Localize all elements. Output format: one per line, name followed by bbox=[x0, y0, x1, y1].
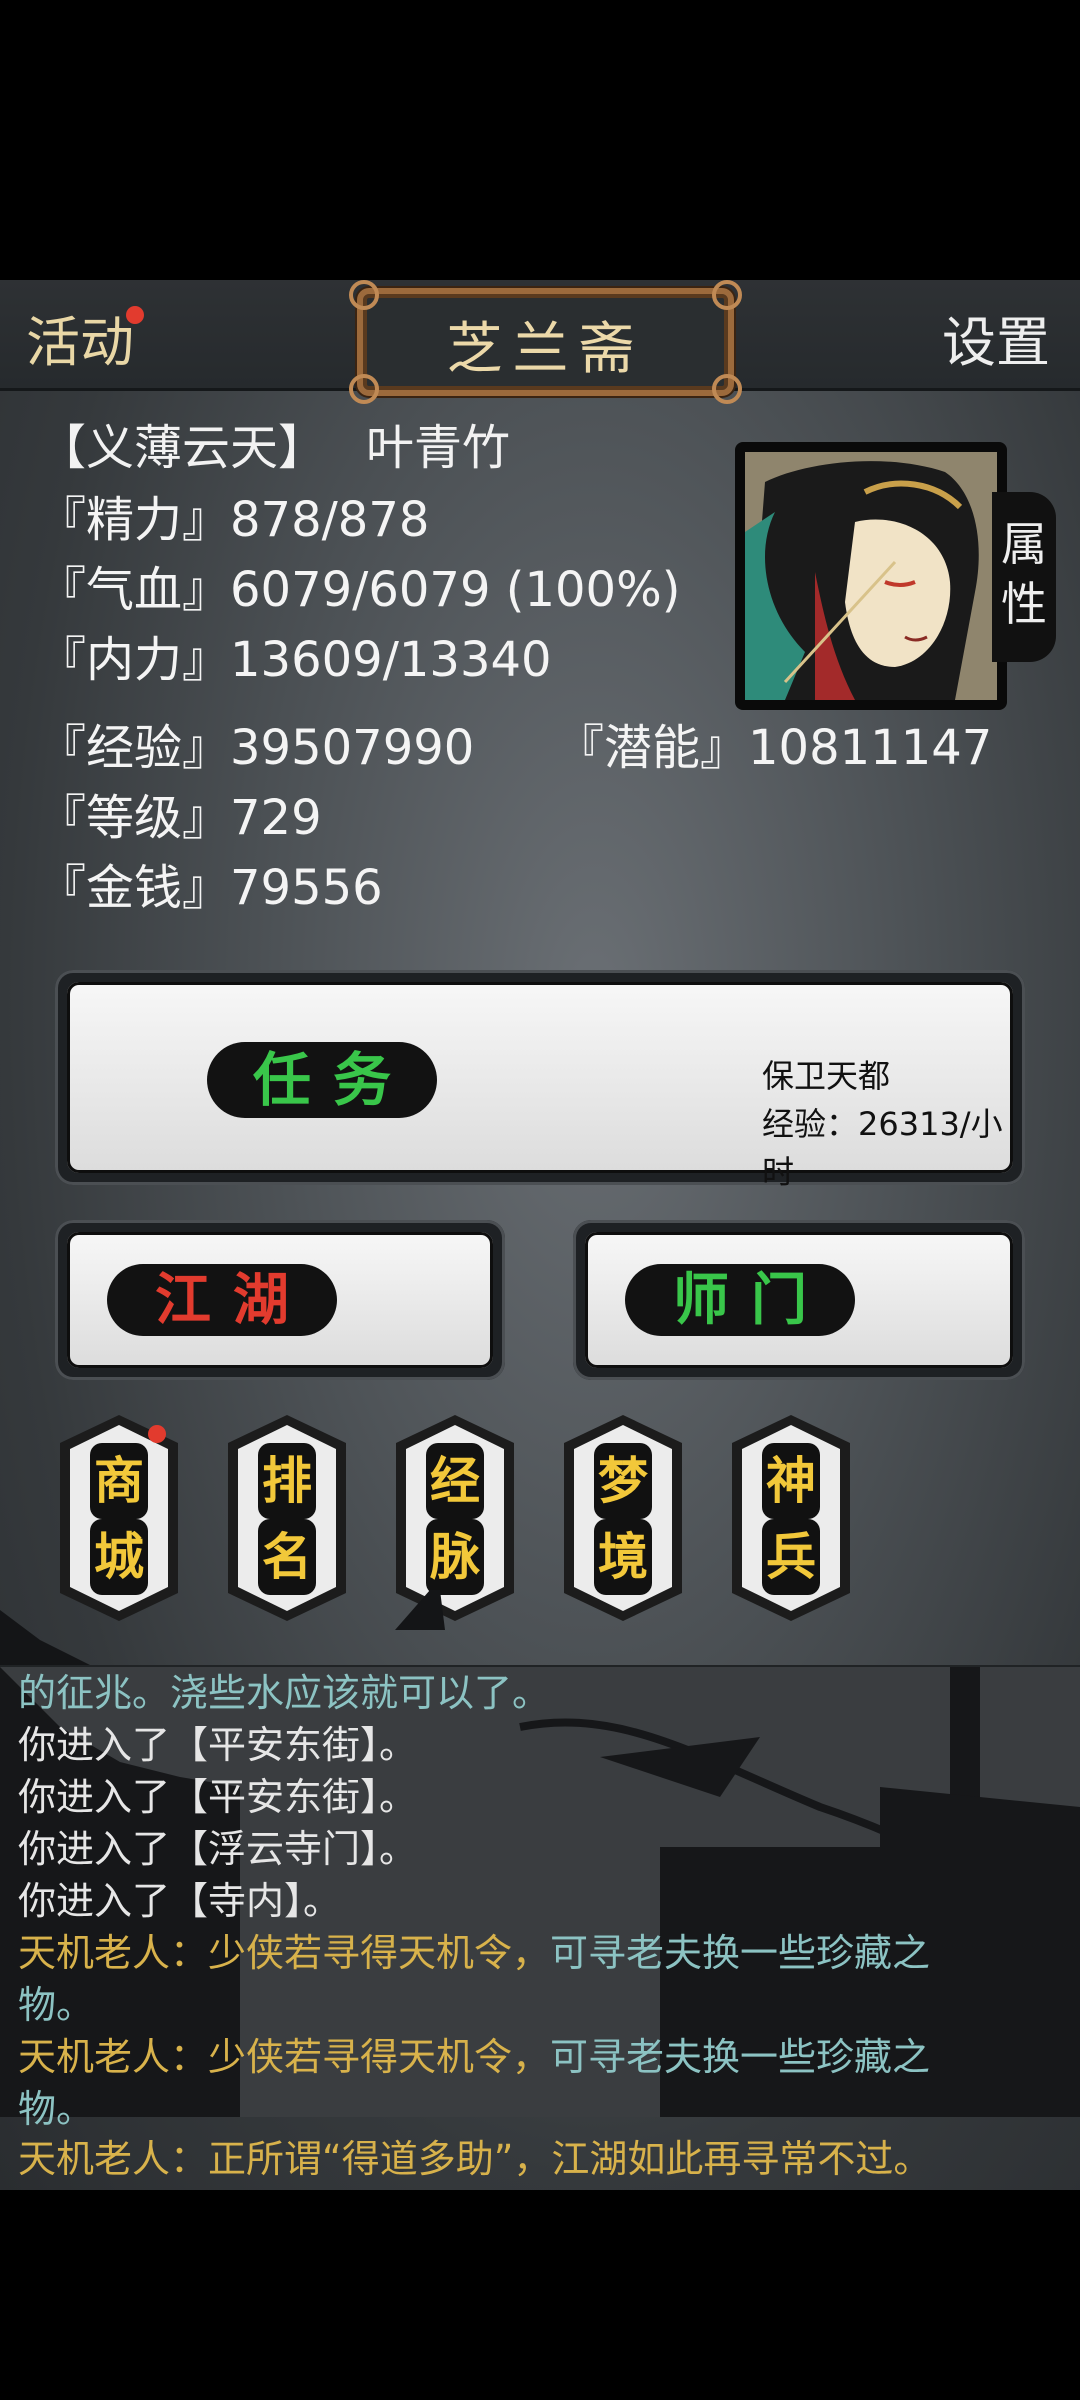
log-text: 可寻老夫换一些珍藏之 bbox=[550, 1931, 931, 1975]
jianghu-panel-inner: 江湖 bbox=[67, 1232, 493, 1368]
stat-potential: 『潜能』10811147 bbox=[556, 720, 993, 776]
log-line: 你进入了【平安东街】。 bbox=[18, 1723, 418, 1767]
log-speaker: 天机老人： bbox=[18, 2035, 209, 2079]
log-speaker: 天机老人： bbox=[18, 2137, 209, 2181]
jianghu-button[interactable]: 江湖 bbox=[107, 1264, 337, 1336]
location-plaque: 芝兰斋 bbox=[349, 280, 742, 404]
shimen-panel[interactable]: 师门 bbox=[573, 1220, 1025, 1380]
log-line: 的征兆。浇些水应该就可以了。 bbox=[18, 1671, 551, 1715]
jianghu-button-label: 江湖 bbox=[155, 1267, 311, 1333]
log-text: 少侠若寻得天机令， bbox=[208, 2035, 551, 2079]
log-line: 物。 bbox=[18, 2087, 95, 2131]
shimen-button[interactable]: 师门 bbox=[625, 1264, 855, 1336]
settings-button[interactable]: 设置 bbox=[942, 298, 1050, 377]
log-speaker: 天机老人： bbox=[18, 1931, 209, 1975]
game-screen: 活动 芝兰斋 设置 【义薄云天】 叶青竹 『精力』878/878 『气血』6079… bbox=[0, 280, 1080, 2190]
message-log[interactable]: 的征兆。浇些水应该就可以了。 你进入了【平安东街】。 你进入了【平安东街】。 你… bbox=[0, 1665, 1080, 2131]
log-line: 天机老人：少侠若寻得天机令，可寻老夫换一些珍藏之 bbox=[18, 1927, 930, 1979]
quest-panel[interactable]: 任务 保卫天都 经验：26313/小时 bbox=[55, 970, 1025, 1191]
character-portrait[interactable] bbox=[735, 442, 1007, 710]
notification-dot bbox=[148, 1425, 166, 1443]
quest-info: 保卫天都 经验：26313/小时 bbox=[762, 1052, 1013, 1196]
player-name-line: 【义薄云天】 叶青竹 bbox=[38, 408, 510, 478]
location-title: 芝兰斋 bbox=[446, 317, 645, 382]
log-text: 少侠若寻得天机令， bbox=[208, 1931, 551, 1975]
notification-dot bbox=[126, 306, 144, 324]
quest-button[interactable]: 任务 bbox=[207, 1042, 437, 1118]
activity-label: 活动 bbox=[26, 311, 134, 374]
activity-button[interactable]: 活动 bbox=[26, 298, 144, 377]
stat-energy: 『精力』878/878 bbox=[38, 492, 430, 548]
attributes-tab-label: 属性 bbox=[1001, 517, 1047, 631]
log-line: 天机老人：正所谓“得道多助”，江湖如此再寻常不过。 bbox=[18, 2133, 931, 2185]
log-line: 天机老人：少侠若寻得天机令，可寻老夫换一些珍藏之 bbox=[18, 2031, 930, 2083]
portrait-image bbox=[745, 452, 997, 700]
stat-level: 『等级』729 bbox=[38, 790, 322, 846]
log-line: 物。 bbox=[18, 1983, 95, 2027]
quest-name: 保卫天都 bbox=[762, 1057, 891, 1095]
stat-inner-power: 『内力』13609/13340 bbox=[38, 632, 552, 688]
log-text: 正所谓“得道多助”，江湖如此再寻常不过。 bbox=[208, 2137, 932, 2181]
quest-button-label: 任务 bbox=[252, 1046, 413, 1114]
quest-exp-rate: 经验：26313/小时 bbox=[762, 1105, 1003, 1191]
log-text: 可寻老夫换一些珍藏之 bbox=[550, 2035, 931, 2079]
quest-panel-inner: 任务 保卫天都 经验：26313/小时 bbox=[67, 982, 1013, 1191]
stat-exp: 『经验』39507990 bbox=[38, 720, 475, 776]
jianghu-panel[interactable]: 江湖 bbox=[55, 1220, 505, 1380]
stat-hp: 『气血』6079/6079 (100%) bbox=[38, 562, 681, 618]
log-line: 你进入了【浮云寺门】。 bbox=[18, 1827, 418, 1871]
player-name: 叶青竹 bbox=[366, 420, 511, 476]
log-line: 你进入了【寺内】。 bbox=[18, 1879, 342, 1923]
stat-money: 『金钱』79556 bbox=[38, 860, 383, 916]
top-bar: 活动 芝兰斋 设置 bbox=[0, 280, 1080, 404]
attributes-tab[interactable]: 属性 bbox=[992, 492, 1056, 662]
shimen-button-label: 师门 bbox=[673, 1267, 829, 1333]
log-line: 你进入了【平安东街】。 bbox=[18, 1775, 418, 1819]
shimen-panel-inner: 师门 bbox=[585, 1232, 1013, 1368]
player-title: 【义薄云天】 bbox=[38, 420, 327, 476]
